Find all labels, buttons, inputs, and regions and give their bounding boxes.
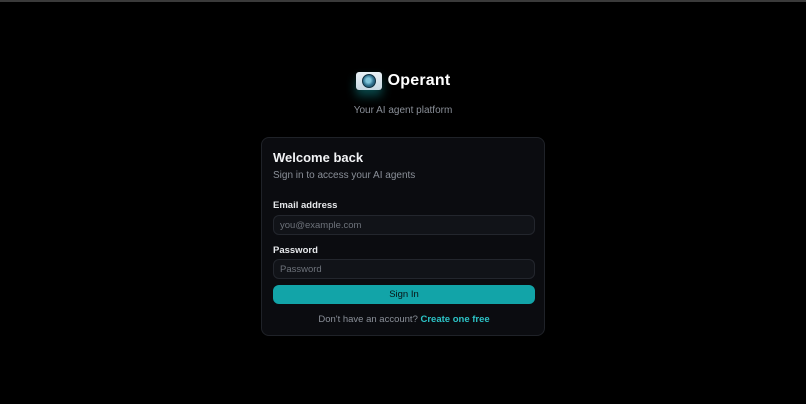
login-card: Welcome back Sign in to access your AI a… — [261, 137, 545, 336]
card-title: Welcome back — [273, 150, 364, 165]
brand-name: Operant — [387, 72, 451, 89]
email-field[interactable] — [273, 215, 535, 235]
brand-tagline: Your AI agent platform — [353, 105, 453, 116]
eye-logo-icon — [355, 72, 382, 90]
brand-header: Operant — [0, 72, 806, 90]
sign-in-button[interactable]: Sign In — [273, 285, 535, 304]
login-page: Operant Your AI agent platform Welcome b… — [0, 0, 806, 404]
logo-pupil — [361, 74, 376, 88]
card-subtitle: Sign in to access your AI agents — [273, 170, 416, 181]
password-label: Password — [273, 245, 318, 256]
create-account-link[interactable]: Create one free — [421, 314, 490, 325]
signup-prompt-text: Don't have an account? — [318, 314, 418, 325]
signup-prompt-row: Don't have an account? Create one free — [262, 314, 546, 325]
email-label: Email address — [273, 200, 338, 211]
password-field[interactable] — [273, 259, 535, 279]
top-border — [0, 0, 806, 2]
